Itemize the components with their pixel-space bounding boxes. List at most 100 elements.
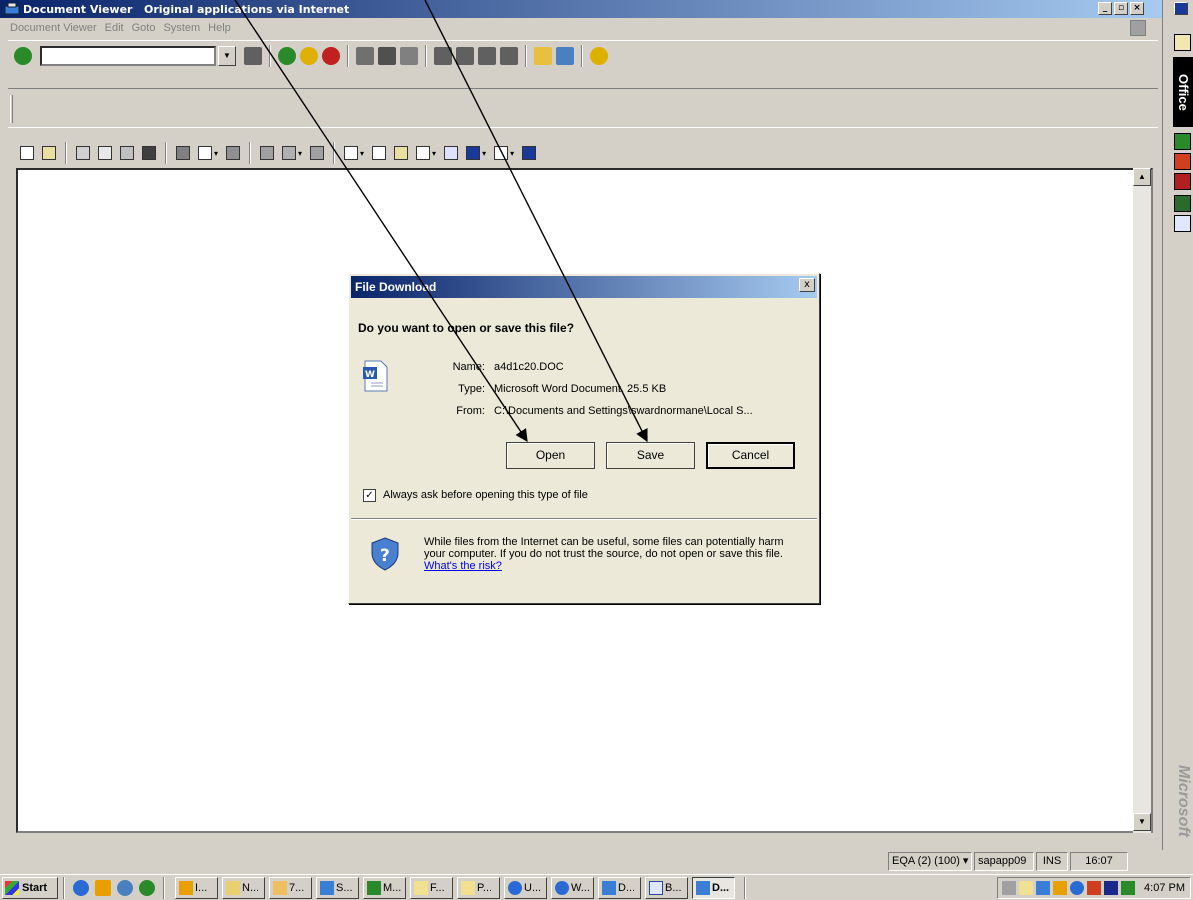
shortcut-icon[interactable] xyxy=(556,47,574,65)
originals-icon[interactable] xyxy=(198,146,212,160)
versions-icon[interactable] xyxy=(282,146,297,160)
system-info[interactable]: EQA (2) (100) ▾ xyxy=(888,852,972,871)
page-icon[interactable] xyxy=(226,146,241,160)
open-folder-icon[interactable] xyxy=(42,146,56,160)
settings-icon[interactable] xyxy=(494,146,509,160)
file-download-dialog: File Download x Do you want to open or s… xyxy=(348,273,820,604)
task-button[interactable]: S... xyxy=(316,876,359,899)
link-icon[interactable] xyxy=(260,146,275,160)
change-original-icon[interactable] xyxy=(394,146,409,160)
command-field[interactable] xyxy=(40,46,216,66)
save-icon[interactable] xyxy=(244,47,262,65)
mail-icon[interactable] xyxy=(1019,881,1034,895)
task-button[interactable]: N... xyxy=(222,876,265,899)
task-button[interactable]: B... xyxy=(645,876,688,899)
cancel-icon[interactable] xyxy=(322,47,340,65)
next-page-icon[interactable] xyxy=(478,47,496,65)
cancel-button[interactable]: Cancel xyxy=(706,442,795,469)
restore-icon[interactable]: ▫ xyxy=(1114,2,1128,15)
last-page-icon[interactable] xyxy=(500,47,518,65)
monitor-icon[interactable] xyxy=(1104,881,1119,895)
sap-icon[interactable] xyxy=(1036,881,1051,895)
word-icon[interactable] xyxy=(1174,215,1191,232)
previous-page-icon[interactable] xyxy=(456,47,474,65)
clock-icon[interactable] xyxy=(95,879,111,896)
mail-icon xyxy=(414,880,428,895)
command-dropdown-icon[interactable]: ▼ xyxy=(218,46,236,66)
people-icon[interactable] xyxy=(1087,881,1102,895)
display-icon[interactable] xyxy=(76,146,90,160)
back-icon[interactable] xyxy=(278,47,296,65)
first-page-icon[interactable] xyxy=(434,47,452,65)
menu-system[interactable]: System xyxy=(163,22,200,34)
new-original-icon[interactable] xyxy=(344,146,359,160)
internet-explorer-icon[interactable] xyxy=(73,879,89,896)
access-icon[interactable] xyxy=(1174,173,1191,190)
binoculars-icon[interactable] xyxy=(142,146,156,160)
open-button[interactable]: Open xyxy=(506,442,595,469)
project-icon[interactable] xyxy=(1174,195,1191,212)
session-time: 16:07 xyxy=(1070,852,1128,871)
menu-options-icon[interactable] xyxy=(1130,20,1146,36)
scroll-up-icon[interactable]: ▲ xyxy=(1133,168,1151,186)
task-button[interactable]: I... xyxy=(175,876,218,899)
copy-icon[interactable] xyxy=(98,146,112,160)
edit-icon[interactable] xyxy=(120,146,134,160)
clock-icon[interactable] xyxy=(1053,881,1068,895)
scroll-down-icon[interactable]: ▼ xyxy=(1133,813,1151,831)
security-icon[interactable] xyxy=(1121,881,1136,895)
vertical-scrollbar[interactable]: ▲ ▼ xyxy=(1133,168,1151,833)
svg-text:W: W xyxy=(365,370,375,380)
windows-logo-icon xyxy=(5,880,19,895)
insert-mode: INS xyxy=(1036,852,1068,871)
always-ask-checkbox[interactable]: ✓ xyxy=(363,489,376,502)
checkout-icon[interactable] xyxy=(372,146,387,160)
task-button-active[interactable]: D... xyxy=(692,876,735,899)
lock-icon[interactable] xyxy=(310,146,325,160)
network-icon[interactable] xyxy=(1070,881,1085,895)
menu-help[interactable]: Help xyxy=(208,22,231,34)
sap-icon xyxy=(602,880,616,895)
task-button[interactable]: D... xyxy=(598,876,641,899)
pen-icon[interactable] xyxy=(1002,881,1017,895)
delete-icon[interactable] xyxy=(176,146,190,160)
find-icon[interactable] xyxy=(378,47,396,65)
dialog-close-button[interactable]: x xyxy=(799,278,815,292)
office-bar-menu-icon[interactable] xyxy=(1174,2,1188,15)
new-document-icon[interactable] xyxy=(20,146,34,160)
transfer-icon[interactable] xyxy=(444,146,459,160)
dialog-question: Do you want to open or save this file? xyxy=(358,321,575,335)
whats-the-risk-link[interactable]: What's the risk? xyxy=(424,560,502,572)
folder-icon[interactable] xyxy=(1174,34,1191,51)
excel-icon xyxy=(367,880,381,895)
exit-icon[interactable] xyxy=(300,47,318,65)
play-icon[interactable] xyxy=(466,146,481,160)
create-session-icon[interactable] xyxy=(534,47,552,65)
close-icon[interactable]: × xyxy=(1130,2,1144,15)
outlook-icon[interactable] xyxy=(117,879,133,896)
menu-document-viewer[interactable]: Document Viewer xyxy=(10,22,97,34)
title-toolbar xyxy=(8,88,1158,128)
menu-goto[interactable]: Goto xyxy=(132,22,156,34)
enter-icon[interactable] xyxy=(14,47,32,65)
task-button[interactable]: 7... xyxy=(269,876,312,899)
task-button[interactable]: M... xyxy=(363,876,406,899)
info-icon[interactable] xyxy=(522,146,537,160)
microsoft-label: Microsoft xyxy=(1175,765,1192,837)
type-value: Microsoft Word Document, 25.5 KB xyxy=(494,383,667,395)
minimize-icon[interactable]: _ xyxy=(1098,2,1112,15)
find-next-icon[interactable] xyxy=(400,47,418,65)
excel-icon[interactable] xyxy=(1174,133,1191,150)
start-button[interactable]: Start xyxy=(2,876,58,899)
save-button[interactable]: Save xyxy=(606,442,695,469)
task-button[interactable]: U... xyxy=(504,876,547,899)
powerpoint-icon[interactable] xyxy=(1174,153,1191,170)
media-player-icon[interactable] xyxy=(139,879,155,896)
print-icon[interactable] xyxy=(356,47,374,65)
task-button[interactable]: P... xyxy=(457,876,500,899)
menu-edit[interactable]: Edit xyxy=(105,22,124,34)
filter-icon[interactable] xyxy=(416,146,431,160)
task-button[interactable]: W... xyxy=(551,876,594,899)
help-icon[interactable] xyxy=(590,47,608,65)
task-button[interactable]: F... xyxy=(410,876,453,899)
